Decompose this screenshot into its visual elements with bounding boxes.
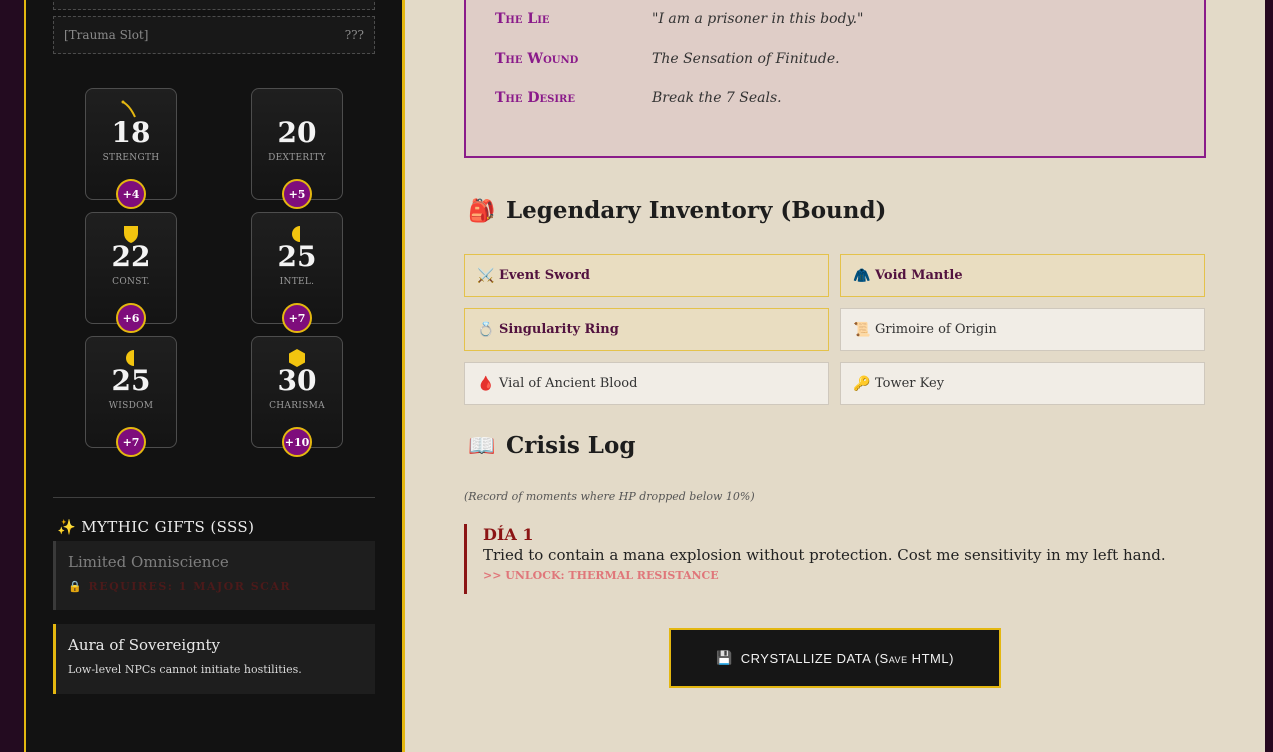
psych-row-lie: The Lie "I am a prisoner in this body." bbox=[495, 11, 1195, 27]
backpack-icon: 🎒 bbox=[468, 197, 496, 224]
sparkles-icon: ✨ bbox=[57, 518, 77, 536]
inventory-item-event-sword[interactable]: ⚔️ Event Sword bbox=[464, 254, 829, 297]
stat-label: DEXTERITY bbox=[268, 153, 326, 163]
stat-card-constitution: 22 CONST. +6 bbox=[85, 212, 177, 333]
crisis-entry: DÍA 1 Tried to contain a mana explosion … bbox=[464, 524, 1184, 594]
stat-label: CHARISMA bbox=[269, 401, 325, 411]
crisis-entry-text: Tried to contain a mana explosion withou… bbox=[483, 546, 1166, 564]
psych-row-desire: The Desire Break the 7 Seals. bbox=[495, 90, 1195, 106]
key-icon: 🔑 bbox=[853, 375, 871, 392]
scroll-icon: 📜 bbox=[853, 321, 871, 338]
crisis-log-heading-text: Crisis Log bbox=[506, 432, 636, 459]
inventory-item-vial[interactable]: 🩸 Vial of Ancient Blood bbox=[464, 362, 829, 405]
stat-value: 30 bbox=[277, 364, 317, 397]
crisis-log-heading: 📖 Crisis Log bbox=[468, 432, 635, 459]
inventory-item-grimoire[interactable]: 📜 Grimoire of Origin bbox=[840, 308, 1205, 351]
crystallize-save-button[interactable]: 💾 CRYSTALLIZE DATA (Save HTML) bbox=[669, 628, 1001, 688]
stat-label: CONST. bbox=[112, 277, 150, 287]
trauma-slot-label: [Trauma Slot] bbox=[64, 28, 149, 42]
inventory-item-tower-key[interactable]: 🔑 Tower Key bbox=[840, 362, 1205, 405]
psych-label: The Lie bbox=[495, 11, 550, 27]
stat-modifier-badge: +7 bbox=[282, 303, 312, 333]
trauma-slot[interactable]: [Trauma Slot] ??? bbox=[53, 16, 375, 54]
gift-card-locked: Limited Omniscience 🔒 REQUIRES: 1 MAJOR … bbox=[53, 541, 375, 610]
stat-label: STRENGTH bbox=[102, 153, 160, 163]
inventory-item-void-mantle[interactable]: 🧥 Void Mantle bbox=[840, 254, 1205, 297]
psych-value: The Sensation of Finitude. bbox=[652, 51, 840, 67]
inventory-item-name: Void Mantle bbox=[875, 268, 963, 283]
stat-label: WISDOM bbox=[108, 401, 154, 411]
psych-label: The Desire bbox=[495, 90, 575, 106]
inventory-heading: 🎒 Legendary Inventory (Bound) bbox=[468, 197, 886, 224]
stat-value: 25 bbox=[111, 364, 151, 397]
sidebar-divider bbox=[53, 497, 375, 498]
inventory-item-singularity-ring[interactable]: 💍 Singularity Ring bbox=[464, 308, 829, 351]
character-sidebar: [Trauma Slot] ??? 18 STRENGTH +4 20 DEXT… bbox=[24, 0, 405, 752]
stat-value: 25 bbox=[277, 240, 317, 273]
psych-row-wound: The Wound The Sensation of Finitude. bbox=[495, 51, 1195, 67]
stat-label: INTEL. bbox=[279, 277, 315, 287]
gift-description: Low-level NPCs cannot initiate hostiliti… bbox=[68, 663, 302, 676]
main-panel: The Lie "I am a prisoner in this body." … bbox=[405, 0, 1265, 752]
stat-card-intelligence: 25 INTEL. +7 bbox=[251, 212, 343, 333]
lock-icon: 🔒 bbox=[68, 580, 84, 593]
stat-value: 22 bbox=[111, 240, 151, 273]
gift-lock-text: REQUIRES: 1 MAJOR SCAR bbox=[88, 580, 292, 593]
psych-label: The Wound bbox=[495, 51, 579, 67]
floppy-disk-icon: 💾 bbox=[716, 650, 733, 665]
left-edge-strip bbox=[0, 0, 24, 752]
crisis-log-note: (Record of moments where HP dropped belo… bbox=[464, 490, 755, 503]
inventory-item-name: Tower Key bbox=[875, 376, 945, 391]
gift-title: Limited Omniscience bbox=[68, 553, 229, 571]
psychology-box: The Lie "I am a prisoner in this body." … bbox=[464, 0, 1206, 158]
stat-card-wisdom: 25 WISDOM +7 bbox=[85, 336, 177, 457]
stat-value: 18 bbox=[111, 116, 151, 149]
crossed-swords-icon: ⚔️ bbox=[477, 267, 495, 284]
stat-card-strength: 18 STRENGTH +4 bbox=[85, 88, 177, 209]
inventory-item-name: Event Sword bbox=[499, 268, 590, 283]
crisis-entry-day: DÍA 1 bbox=[483, 525, 534, 544]
mantle-icon: 🧥 bbox=[853, 267, 871, 284]
inventory-item-name: Vial of Ancient Blood bbox=[499, 376, 638, 391]
ring-icon: 💍 bbox=[477, 321, 495, 338]
trauma-slot-value: ??? bbox=[344, 28, 364, 42]
psych-value: "I am a prisoner in this body." bbox=[652, 11, 864, 27]
stat-modifier-badge: +4 bbox=[116, 179, 146, 209]
stat-card-charisma: 30 CHARISMA +10 bbox=[251, 336, 343, 457]
gift-card-aura: Aura of Sovereignty Low-level NPCs canno… bbox=[53, 624, 375, 694]
mythic-gifts-title: MYTHIC GIFTS (SSS) bbox=[81, 518, 255, 536]
blood-drop-icon: 🩸 bbox=[477, 375, 495, 392]
inventory-item-name: Singularity Ring bbox=[499, 322, 619, 337]
stat-modifier-badge: +6 bbox=[116, 303, 146, 333]
stat-modifier-badge: +7 bbox=[116, 427, 146, 457]
inventory-item-name: Grimoire of Origin bbox=[875, 322, 997, 337]
open-book-icon: 📖 bbox=[468, 432, 496, 459]
gift-lock-requirement: 🔒 REQUIRES: 1 MAJOR SCAR bbox=[68, 580, 363, 593]
inventory-heading-text: Legendary Inventory (Bound) bbox=[506, 197, 887, 224]
stat-modifier-badge: +5 bbox=[282, 179, 312, 209]
psych-value: Break the 7 Seals. bbox=[652, 90, 782, 106]
gift-title: Aura of Sovereignty bbox=[68, 636, 220, 654]
mythic-gifts-heading: ✨ MYTHIC GIFTS (SSS) bbox=[57, 518, 254, 536]
save-button-label: CRYSTALLIZE DATA (Save HTML) bbox=[740, 650, 954, 666]
stat-value: 20 bbox=[277, 116, 317, 149]
stat-modifier-badge: +10 bbox=[282, 427, 312, 457]
stat-card-dexterity: 20 DEXTERITY +5 bbox=[251, 88, 343, 209]
hidden-slot bbox=[53, 0, 375, 10]
crisis-entry-unlock: >> UNLOCK: THERMAL RESISTANCE bbox=[483, 569, 719, 582]
right-edge-strip bbox=[1265, 0, 1273, 752]
